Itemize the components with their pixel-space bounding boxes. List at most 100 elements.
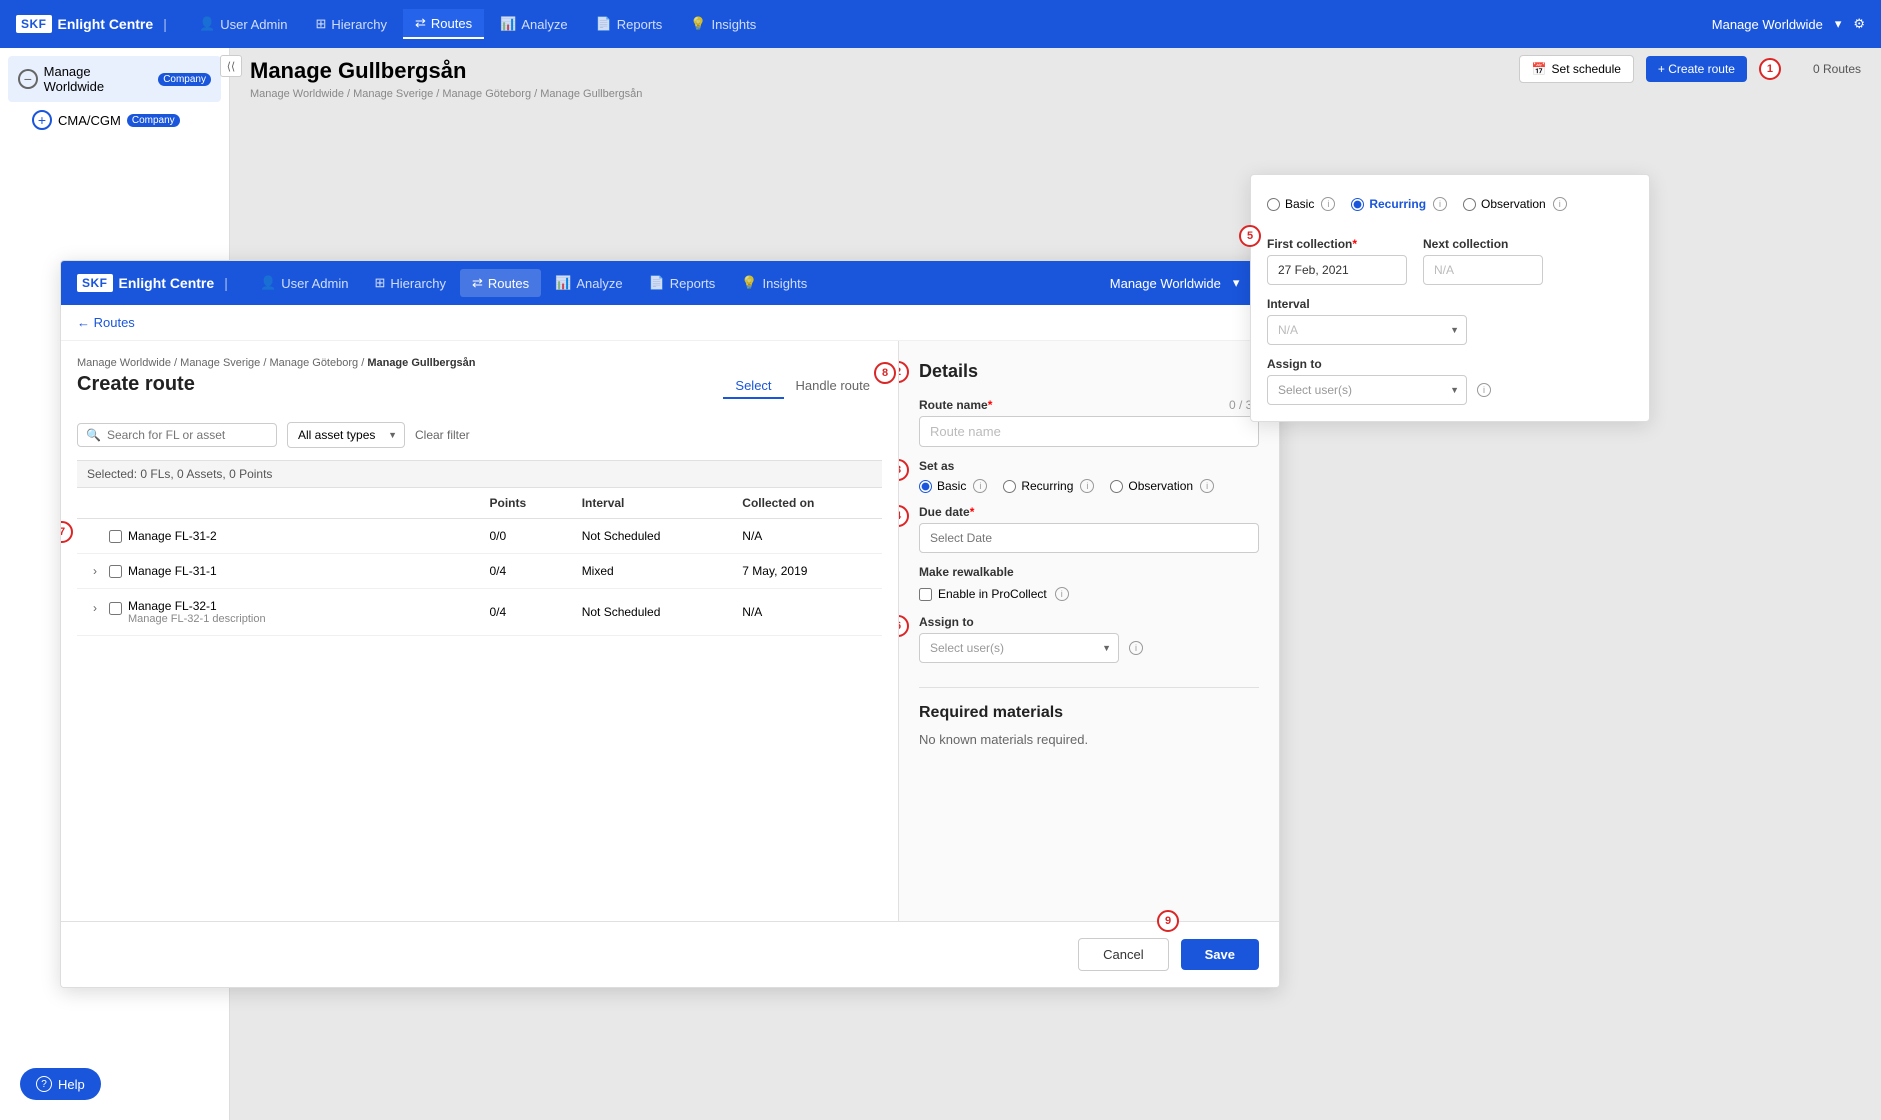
recurring-panel-radio-observation[interactable]: Observation i [1463,197,1567,211]
radio-observation[interactable]: Observation i [1110,479,1214,493]
overlay-nav-routes[interactable]: ⇄ Routes [460,269,541,297]
back-to-routes-link[interactable]: ← Routes [61,305,1279,341]
radio-recurring[interactable]: Recurring i [1003,479,1094,493]
observation-info-icon[interactable]: i [1200,479,1214,493]
recurring-radio-group: Basic i Recurring i Observation i [1267,197,1633,211]
recurring-panel-observation-info[interactable]: i [1553,197,1567,211]
expand-fl-32-1-button[interactable]: › [87,601,103,615]
due-date-input[interactable] [919,523,1259,553]
procollect-info-icon[interactable]: i [1055,587,1069,601]
recurring-expanded-panel: Basic i Recurring i Observation i 5 [1250,174,1650,422]
interval-select[interactable]: N/A [1267,315,1467,345]
recurring-panel-radio-recurring[interactable]: Recurring i [1351,197,1447,211]
step-6-circle: 6 [899,615,909,637]
assign-to-select[interactable]: Select user(s) [919,633,1119,663]
basic-info-icon[interactable]: i [973,479,987,493]
reports-icon: 📄 [596,16,612,32]
fl-31-2-checkbox[interactable] [109,530,122,543]
fl-32-1-desc: Manage FL-32-1 description [128,613,266,625]
make-rewalkable-label: Make rewalkable [919,565,1259,579]
fl-31-1-name: Manage FL-31-1 [128,564,217,578]
footer-buttons: 9 Cancel Save [61,921,1279,987]
fl-31-1-checkbox[interactable] [109,565,122,578]
interval-select-wrap[interactable]: N/A [1267,315,1467,345]
fl-table: Points Interval Collected on [77,488,882,636]
overlay-nav-reports[interactable]: 📄 Reports [637,269,728,297]
collapse-icon[interactable]: − [18,69,38,89]
route-name-input[interactable] [919,416,1259,447]
overlay-nav-analyze[interactable]: 📊 Analyze [543,269,634,297]
main-body: Manage Worldwide / Manage Sverige / Mana… [61,341,1279,921]
routes-icon2: ⇄ [472,275,483,291]
right-panel-content: 2 Details Route name* 0 / 32 3 Set as [919,361,1259,747]
asset-type-select-wrap[interactable]: All asset types [287,422,405,448]
sidebar-collapse-button[interactable]: ⟨⟨ [220,55,242,77]
bg-nav-routes[interactable]: ⇄ Routes [403,9,484,39]
col-collected: Collected on [732,488,882,519]
cancel-button[interactable]: Cancel [1078,938,1168,971]
recurring-assign-select[interactable]: Select user(s) [1267,375,1467,405]
due-date-label: Due date* [919,505,1259,519]
recurring-assign-to-label: Assign to [1267,357,1633,371]
sidebar-item-manage-worldwide[interactable]: − Manage Worldwide Company [8,56,221,102]
help-button[interactable]: ? Help [20,1068,101,1100]
expand-fl-31-1-button[interactable]: › [87,564,103,578]
tab-handle-route[interactable]: Handle route 8 [784,374,882,399]
no-materials-text: No known materials required. [919,732,1259,747]
recurring-panel-radio-basic[interactable]: Basic i [1267,197,1335,211]
fl-32-1-checkbox[interactable] [109,602,122,615]
clear-filter-button[interactable]: Clear filter [415,428,470,442]
sidebar-item-cma-cgm[interactable]: + CMA/CGM Company [8,102,221,138]
right-panel: 2 Details Route name* 0 / 32 3 Set as [899,341,1279,921]
recurring-assign-info-icon[interactable]: i [1477,383,1491,397]
bg-nav-right: Manage Worldwide ▾ ⚙ [1712,16,1865,32]
overlay-skf-logo: SKF [77,274,113,292]
enable-procollect-checkbox[interactable] [919,588,932,601]
enable-procollect-checkbox-label[interactable]: Enable in ProCollect i [919,587,1259,601]
bg-nav-reports[interactable]: 📄 Reports [584,9,675,39]
fl-31-2-name: Manage FL-31-2 [128,529,217,543]
recurring-panel-basic-info[interactable]: i [1321,197,1335,211]
recurring-info-icon[interactable]: i [1080,479,1094,493]
tab-select[interactable]: Select [723,374,783,399]
bg-nav-analyze[interactable]: 📊 Analyze [488,9,579,39]
settings-icon[interactable]: ⚙ [1853,16,1865,32]
search-input[interactable] [107,428,268,442]
analyze-icon2: 📊 [555,275,571,291]
set-as-label: Set as [919,459,1259,473]
bg-nav-items: 👤 User Admin ⊞ Hierarchy ⇄ Routes 📊 Anal… [187,9,768,39]
bg-nav-user-admin[interactable]: 👤 User Admin [187,9,299,39]
expand-icon[interactable]: + [32,110,52,130]
assign-to-select-wrap[interactable]: Select user(s) [919,633,1119,663]
recurring-panel-recurring-info[interactable]: i [1433,197,1447,211]
overlay-company-label: Manage Worldwide [1110,276,1221,291]
create-route-button[interactable]: + Create route [1646,56,1747,82]
save-button[interactable]: Save [1181,939,1259,970]
set-as-radio-group: Basic i Recurring i Observation i [919,479,1259,493]
insights-icon2: 💡 [741,275,757,291]
set-schedule-button[interactable]: 📅 Set schedule [1519,55,1634,83]
materials-section: Required materials No known materials re… [919,687,1259,747]
calendar-icon: 📅 [1532,62,1547,76]
next-collection-input[interactable] [1423,255,1543,285]
fl-31-1-points: 0/4 [480,554,572,589]
bg-nav-insights[interactable]: 💡 Insights [678,9,768,39]
assign-info-icon[interactable]: i [1129,641,1143,655]
step-1-circle: 1 [1759,58,1781,80]
reports-icon2: 📄 [649,275,665,291]
first-collection-input[interactable] [1267,255,1407,285]
route-name-label: Route name* 0 / 32 [919,398,1259,412]
assign-to-section: 6 Assign to Select user(s) i [919,615,1259,663]
overlay-nav-insights[interactable]: 💡 Insights [729,269,819,297]
make-rewalkable-section: Make rewalkable Enable in ProCollect i [919,565,1259,601]
search-input-wrap[interactable]: 🔍 [77,423,277,447]
asset-type-select[interactable]: All asset types [287,422,405,448]
overlay-nav-user-admin[interactable]: 👤 User Admin [248,269,360,297]
filter-row: 🔍 All asset types Clear filter [77,422,882,448]
overlay-nav-hierarchy[interactable]: ⊞ Hierarchy [362,269,458,297]
recurring-assign-select-wrap[interactable]: Select user(s) [1267,375,1467,405]
bg-app-name: Enlight Centre [58,16,154,32]
radio-basic[interactable]: Basic i [919,479,987,493]
bg-nav-hierarchy[interactable]: ⊞ Hierarchy [303,9,399,39]
insights-icon: 💡 [690,16,706,32]
